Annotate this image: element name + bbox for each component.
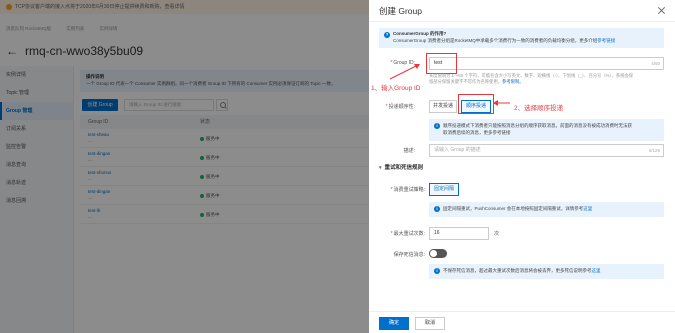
dead-letter-tip-text: 不保存死信消息，超过最大重试次数后消息将会被丢弃，更多死信说明参考 <box>443 268 592 273</box>
drawer-title: 创建 Group <box>379 6 422 16</box>
description-input[interactable]: 请输入 Group 的描述 0/128 <box>429 144 664 157</box>
description-char-count: 0/128 <box>648 148 660 153</box>
ordered-tip-line: 取消费后续的消息，更多参考链接 <box>443 129 511 135</box>
ordered-delivery-tip: i 顺序投递模式下消费者只能按照消息分组的顺序获取消息。前面的消息没有被成功消费… <box>429 119 664 141</box>
concurrent-delivery-option[interactable]: 并发投递 <box>429 100 457 113</box>
retry-tip-link[interactable]: 这里 <box>583 206 592 211</box>
annotation-step-2: 2、选择顺序投递 <box>514 105 564 112</box>
chevron-down-icon: ▾ <box>379 165 382 171</box>
description-placeholder: 请输入 Group 的描述 <box>434 147 481 153</box>
group-id-char-count: 4/60 <box>651 61 660 66</box>
annotation-box-group-id <box>426 53 457 74</box>
info-icon: i <box>434 268 440 274</box>
info-icon: i <box>434 206 440 212</box>
info-icon: i <box>434 123 440 129</box>
dead-letter-label: 保存死信消息: <box>393 252 425 258</box>
description-label: 描述: <box>403 148 415 154</box>
close-icon[interactable] <box>658 7 665 14</box>
drawer-footer: 确定 取消 <box>369 311 675 333</box>
retry-section-title: 重试和死信规则 <box>384 165 424 171</box>
dead-letter-tip: i 不保存死信消息，超过最大重试次数后消息将会被丢弃，更多死信说明参考这里 <box>429 264 664 279</box>
cancel-button[interactable]: 取消 <box>415 317 445 330</box>
retry-policy-tip: i 固定间隔重试，PushConsumer 会在本地按照固定间隔重试，详情参考这… <box>429 202 664 217</box>
annotation-step-1: 1、输入Group ID <box>371 85 421 92</box>
group-id-help-line: 留部分保留关键字不可作为名称使用， <box>429 79 503 84</box>
ordered-tip-line: 顺序投递模式下消费者只能按照消息分组的顺序获取消息。前面的消息没有被成功消费时无… <box>443 123 632 128</box>
max-retry-stepper[interactable]: 16 <box>429 227 489 240</box>
annotation-box-ordered <box>458 94 494 114</box>
max-retry-unit: 次 <box>494 231 500 237</box>
dead-letter-tip-link[interactable]: 这里 <box>592 268 601 273</box>
fixed-interval-option[interactable]: 固定间隔 <box>429 183 459 196</box>
max-retry-label: *最大重试次数: <box>390 231 425 237</box>
ok-button[interactable]: 确定 <box>379 317 409 330</box>
group-id-input[interactable]: test 4/60 <box>429 57 664 70</box>
create-group-drawer: 创建 Group ? ConsumerGroup 的作用? ConsumerGr… <box>369 0 675 333</box>
group-id-help: 长度限制为 1～60 个字符，可能包含大小写英文、数字、短横线（-）、下划线（_… <box>429 73 633 85</box>
question-icon: ? <box>384 32 390 38</box>
drawer-body: ? ConsumerGroup 的作用? ConsumerGroup 消费者分组… <box>369 22 675 311</box>
group-id-label: *Group ID: <box>390 60 415 66</box>
delivery-order-label: *投递顺序性: <box>385 104 415 110</box>
drawer-header: 创建 Group <box>369 0 675 22</box>
tip-reference-link[interactable]: 参考链接 <box>597 38 615 43</box>
retry-policy-label: *消费重试策略: <box>390 187 425 193</box>
consumer-group-tip: ? ConsumerGroup 的作用? ConsumerGroup 消费者分组… <box>379 28 664 48</box>
dead-letter-toggle[interactable] <box>429 249 447 258</box>
tip-text: ConsumerGroup 消费者分组是RocketMQ中承载多个消费行为一致的… <box>393 37 598 43</box>
limits-link[interactable]: 参考限制。 <box>502 79 523 84</box>
retry-section-header[interactable]: ▾ 重试和死信规则 <box>379 163 423 171</box>
retry-tip-text: 固定间隔重试，PushConsumer 会在本地按照固定间隔重试，详情参考 <box>443 206 584 211</box>
